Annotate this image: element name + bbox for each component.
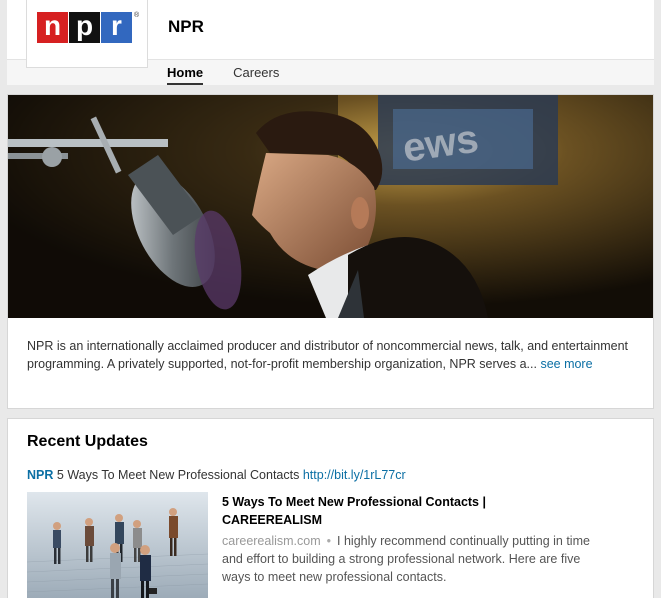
description-text: NPR is an internationally acclaimed prod… (27, 339, 628, 371)
company-tabs: Home Careers (167, 64, 309, 85)
tab-careers[interactable]: Careers (233, 64, 279, 85)
update-text: 5 Ways To Meet New Professional Contacts (56, 468, 300, 482)
registered-mark: ® (134, 12, 140, 19)
update-post-text: NPR 5 Ways To Meet New Professional Cont… (27, 468, 406, 482)
company-header: n p r ® NPR Home Careers (7, 0, 654, 85)
tab-home[interactable]: Home (167, 64, 204, 85)
about-card: ews NPR is an internationally acclaimed … (7, 94, 654, 409)
logo-letter-r: r (101, 12, 132, 43)
article-description: careerealism.com • I highly recommend cont… (222, 532, 612, 586)
company-logo-card[interactable]: n p r ® (26, 0, 148, 68)
separator-dot: • (326, 534, 332, 548)
article-title-link[interactable]: 5 Ways To Meet New Professional Contacts… (222, 493, 552, 529)
hero-photo-studio: ews (8, 95, 653, 318)
see-more-link[interactable]: see more (540, 357, 592, 371)
update-author-link[interactable]: NPR (27, 468, 53, 482)
company-description: NPR is an internationally acclaimed prod… (8, 318, 653, 373)
update-url-link[interactable]: http://bit.ly/1rL77cr (303, 468, 406, 482)
business-figurines-image (27, 492, 208, 598)
article-thumbnail[interactable] (27, 492, 208, 598)
logo-letter-p: p (69, 12, 100, 43)
hero-image: ews (8, 95, 653, 318)
recent-updates-card: Recent Updates NPR 5 Ways To Meet New Pr… (7, 418, 654, 598)
company-name: NPR (168, 17, 204, 36)
npr-logo: n p r ® (37, 12, 139, 43)
article-domain: careerealism.com (222, 534, 321, 548)
recent-updates-title: Recent Updates (27, 433, 148, 450)
logo-letter-n: n (37, 12, 68, 43)
